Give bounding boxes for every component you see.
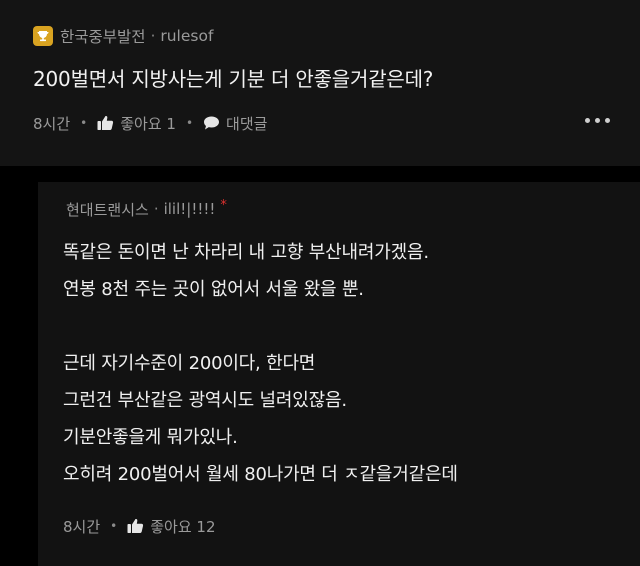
- reply-line: 그런건 부산같은 광역시도 널려있잖음.: [63, 390, 347, 411]
- post-author-separator: ·: [150, 27, 156, 45]
- more-dots-icon[interactable]: [585, 118, 610, 123]
- reply-blank-line: [63, 308, 458, 345]
- reply-line: 오히려 200벌어서 월세 80나가면 더 ㅈ같을거같은데: [63, 464, 458, 485]
- post-reply-button[interactable]: 대댓글: [203, 113, 267, 134]
- post-reply-label: 대댓글: [226, 114, 268, 133]
- reply-card: 현대트랜시스 · ilil!|!!!! * 똑같은 돈이면 난 차라리 내 고향…: [38, 182, 640, 566]
- thumbs-up-icon: [97, 115, 114, 131]
- reply-body-text: 똑같은 돈이면 난 차라리 내 고향 부산내려가겠음. 연봉 8천 주는 곳이 …: [63, 234, 458, 493]
- reply-line: 기분안좋을게 뭐가있나.: [63, 427, 238, 448]
- post-like-button[interactable]: 좋아요 1: [97, 113, 176, 134]
- post-like-label: 좋아요 1: [120, 114, 176, 133]
- author-mark: *: [220, 197, 227, 213]
- reply-nickname[interactable]: ilil!|!!!!: [164, 200, 216, 218]
- post-nickname[interactable]: rulesof: [160, 27, 213, 45]
- reply-meta-row: 8시간 • 좋아요 12: [63, 515, 216, 537]
- meta-separator: •: [185, 116, 194, 130]
- reply-author-row[interactable]: 현대트랜시스 · ilil!|!!!! *: [66, 198, 227, 220]
- trophy-icon: [33, 26, 53, 46]
- reply-like-label: 좋아요 12: [150, 517, 216, 536]
- post-author-row[interactable]: 한국중부발전 · rulesof: [33, 24, 213, 48]
- thumbs-up-icon: [127, 518, 144, 534]
- meta-separator: •: [110, 519, 118, 533]
- post-card: 한국중부발전 · rulesof 200벌면서 지방사는게 기분 더 안좋을거같…: [0, 0, 640, 166]
- post-meta-row: 8시간 • 좋아요 1 • 대댓글: [33, 112, 267, 134]
- reply-line: 똑같은 돈이면 난 차라리 내 고향 부산내려가겠음.: [63, 242, 429, 263]
- reply-timestamp: 8시간: [63, 517, 101, 536]
- post-timestamp: 8시간: [33, 114, 71, 133]
- reply-author-separator: ·: [153, 200, 159, 218]
- reply-line: 연봉 8천 주는 곳이 없어서 서울 왔을 뿐.: [63, 279, 364, 300]
- speech-bubble-icon: [203, 115, 220, 131]
- reply-line: 근데 자기수준이 200이다, 한다면: [63, 353, 316, 374]
- reply-company-name[interactable]: 현대트랜시스: [66, 199, 149, 220]
- post-body-text: 200벌면서 지방사는게 기분 더 안좋을거같은데?: [33, 67, 434, 91]
- meta-separator: •: [80, 116, 88, 130]
- post-company-name[interactable]: 한국중부발전: [60, 25, 146, 47]
- reply-like-button[interactable]: 좋아요 12: [127, 516, 216, 537]
